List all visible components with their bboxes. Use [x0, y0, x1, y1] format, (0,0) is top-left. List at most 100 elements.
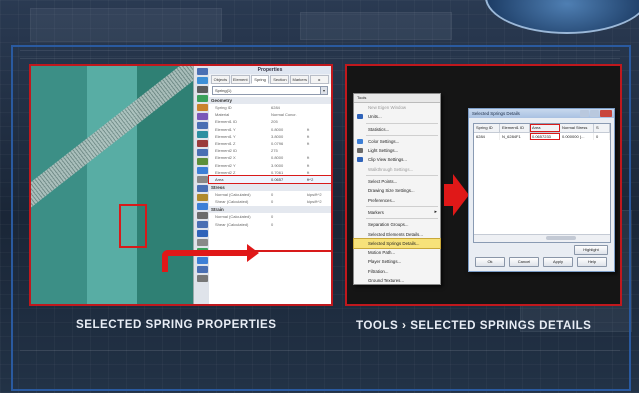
selected-spring-properties-panel: Properties Objects Element Spring Section Ma… — [29, 64, 333, 306]
menu-item-icon — [357, 114, 363, 120]
property-row[interactable]: Normal (Calculated) 0 — [209, 213, 331, 220]
property-label: Element1 Y — [215, 126, 236, 132]
property-label: Element1 ID — [215, 119, 238, 125]
tab-spring[interactable]: Spring — [250, 75, 270, 84]
tab-more[interactable]: ▸ — [310, 75, 329, 84]
column-header[interactable]: S — [594, 124, 610, 132]
menu-item-label: Selected Elements Details... — [368, 231, 423, 237]
toolbar-tool-icon[interactable] — [196, 221, 208, 228]
toolbar-tool-icon[interactable] — [196, 275, 208, 282]
property-row[interactable]: Element2 Y 3.9000 ft — [209, 162, 331, 169]
toolbar-tool-icon[interactable] — [196, 185, 208, 192]
property-row[interactable]: Element1 ID 205 — [209, 118, 331, 125]
property-row[interactable]: Shear (Calculated) 0 kips/ft^2 — [209, 198, 331, 205]
menu-item-light-settings[interactable]: Light Settings... — [354, 146, 440, 155]
property-row[interactable]: Shear (Calculated) 0 — [209, 221, 331, 228]
column-header[interactable]: Normal Stress — [560, 124, 594, 132]
toolbar-tool-icon[interactable] — [196, 158, 208, 165]
toolbar-tool-icon[interactable] — [196, 149, 208, 156]
tab-element[interactable]: Element — [230, 75, 250, 84]
close-icon[interactable] — [600, 110, 612, 117]
toolbar-tool-icon[interactable] — [196, 167, 208, 174]
menu-item-preferences[interactable]: Preferences... — [354, 196, 440, 205]
help-button[interactable]: Help — [577, 257, 607, 267]
property-row[interactable]: Element1 Y 0.8000 ft — [209, 126, 331, 133]
toolbar-tool-icon[interactable] — [196, 203, 208, 210]
area-unit: ft^2 — [307, 176, 314, 182]
menu-item-label: Player Settings... — [368, 259, 402, 265]
property-row[interactable]: Normal (Calculated) 0 kips/ft^2 — [209, 191, 331, 198]
cancel-button[interactable]: Cancel — [509, 257, 539, 267]
toolbar-tool-icon[interactable] — [196, 212, 208, 219]
property-row[interactable]: Element1 Z 0.0796 ft — [209, 140, 331, 147]
menu-item-separation-groups[interactable]: Separation Groups... — [354, 220, 440, 229]
menu-item-clip-view-settings[interactable]: Clip View Settings... — [354, 155, 440, 164]
spring-selector[interactable]: Spring(1) ▾ — [212, 86, 328, 95]
scrollbar-thumb[interactable] — [546, 236, 576, 240]
property-row[interactable]: Element2 Z 0.7061 ft — [209, 169, 331, 176]
menu-item-units[interactable]: Units... — [354, 112, 440, 121]
property-row[interactable]: Spring ID 6284 — [209, 104, 331, 111]
toolbar-tool-icon[interactable] — [196, 77, 208, 84]
property-value: 0.7061 — [271, 169, 284, 175]
column-header-area[interactable]: Area — [530, 124, 560, 132]
toolbar-tool-icon[interactable] — [196, 194, 208, 201]
menu-item-label: Drawing Size Settings... — [368, 188, 415, 194]
menu-item-new-eigen-window[interactable]: New Eigen Window — [354, 103, 440, 112]
toolbar-tool-icon[interactable] — [196, 95, 208, 102]
tab-objects[interactable]: Objects — [211, 75, 230, 84]
toolbar-tool-icon[interactable] — [196, 176, 208, 183]
section-strain[interactable]: Strain — [209, 206, 331, 214]
menu-item-selected-springs-details[interactable]: Selected Springs Details... — [353, 237, 441, 250]
property-label: Element2 Y — [215, 162, 236, 168]
menu-item-walkthrough-settings[interactable]: Walkthrough Settings... — [354, 165, 440, 174]
property-row[interactable]: Element1 Y 3.8000 ft — [209, 133, 331, 140]
horizontal-scrollbar[interactable] — [474, 234, 610, 242]
toolbar-tool-icon[interactable] — [196, 86, 208, 93]
toolbar-tool-icon[interactable] — [196, 239, 208, 246]
column-header[interactable]: Element1 ID — [500, 124, 530, 132]
selected-springs-dialog: Selected Springs Details Spring ID Eleme… — [468, 108, 615, 272]
menu-item-icon — [357, 148, 363, 154]
section-geometry[interactable]: Geometry — [209, 97, 331, 104]
property-value: 0 — [271, 199, 274, 205]
property-value: 3.9000 — [271, 162, 284, 168]
toolbar-tool-icon[interactable] — [196, 140, 208, 147]
minimize-icon[interactable] — [580, 110, 589, 117]
property-value: 6284 — [271, 105, 280, 110]
menu-item-drawing-size-settings[interactable]: Drawing Size Settings... — [354, 186, 440, 195]
menu-item-player-settings[interactable]: Player Settings... — [354, 257, 440, 266]
menu-item-select-points[interactable]: Select Points... — [354, 177, 440, 186]
toolbar-tool-icon[interactable] — [196, 113, 208, 120]
menu-item-label: Ground Textures... — [368, 278, 405, 284]
menu-item-markers[interactable]: Markers ▸ — [354, 208, 440, 217]
ok-button[interactable]: Ok — [475, 257, 505, 267]
toolbar-tool-icon[interactable] — [196, 104, 208, 111]
property-value: 0 — [271, 192, 274, 198]
table-row[interactable]: 6284 N_6284F1 0.0657233 0.000000 (... 0 — [474, 133, 610, 140]
menu-item-filtration[interactable]: Filtration... — [354, 267, 440, 276]
chevron-down-icon[interactable]: ▾ — [320, 87, 327, 94]
tab-markers[interactable]: Markers — [290, 75, 310, 84]
property-row[interactable]: Element2 X 0.8000 ft — [209, 154, 331, 161]
toolbar-tool-icon[interactable] — [196, 131, 208, 138]
tab-section[interactable]: Section — [270, 75, 290, 84]
caption-tools: TOOLS — [356, 319, 399, 332]
menu-item-ground-textures[interactable]: Ground Textures... — [354, 276, 440, 285]
property-label: Normal (Calculated) — [215, 214, 251, 220]
apply-button[interactable]: Apply — [543, 257, 573, 267]
menu-item-statistics[interactable]: Statistics... — [354, 125, 440, 134]
section-stress[interactable]: Stress — [209, 184, 331, 192]
menu-item-selected-elements-details[interactable]: Selected Elements Details... — [354, 230, 440, 239]
area-row[interactable]: Area 0.0657 ft^2 — [208, 174, 331, 185]
column-header[interactable]: Spring ID — [474, 124, 500, 132]
toolbar-tool-icon[interactable] — [196, 68, 208, 75]
highlight-button[interactable]: Highlight — [574, 245, 608, 255]
property-row[interactable]: Material Normal Concr. — [209, 111, 331, 118]
property-row[interactable]: Element2 ID 275 — [209, 147, 331, 154]
menu-item-motion-path[interactable]: Motion Path... — [354, 248, 440, 257]
toolbar-tool-icon[interactable] — [196, 230, 208, 237]
menu-item-color-settings[interactable]: Color Settings... — [354, 137, 440, 146]
maximize-icon[interactable] — [590, 110, 599, 117]
toolbar-tool-icon[interactable] — [196, 122, 208, 129]
